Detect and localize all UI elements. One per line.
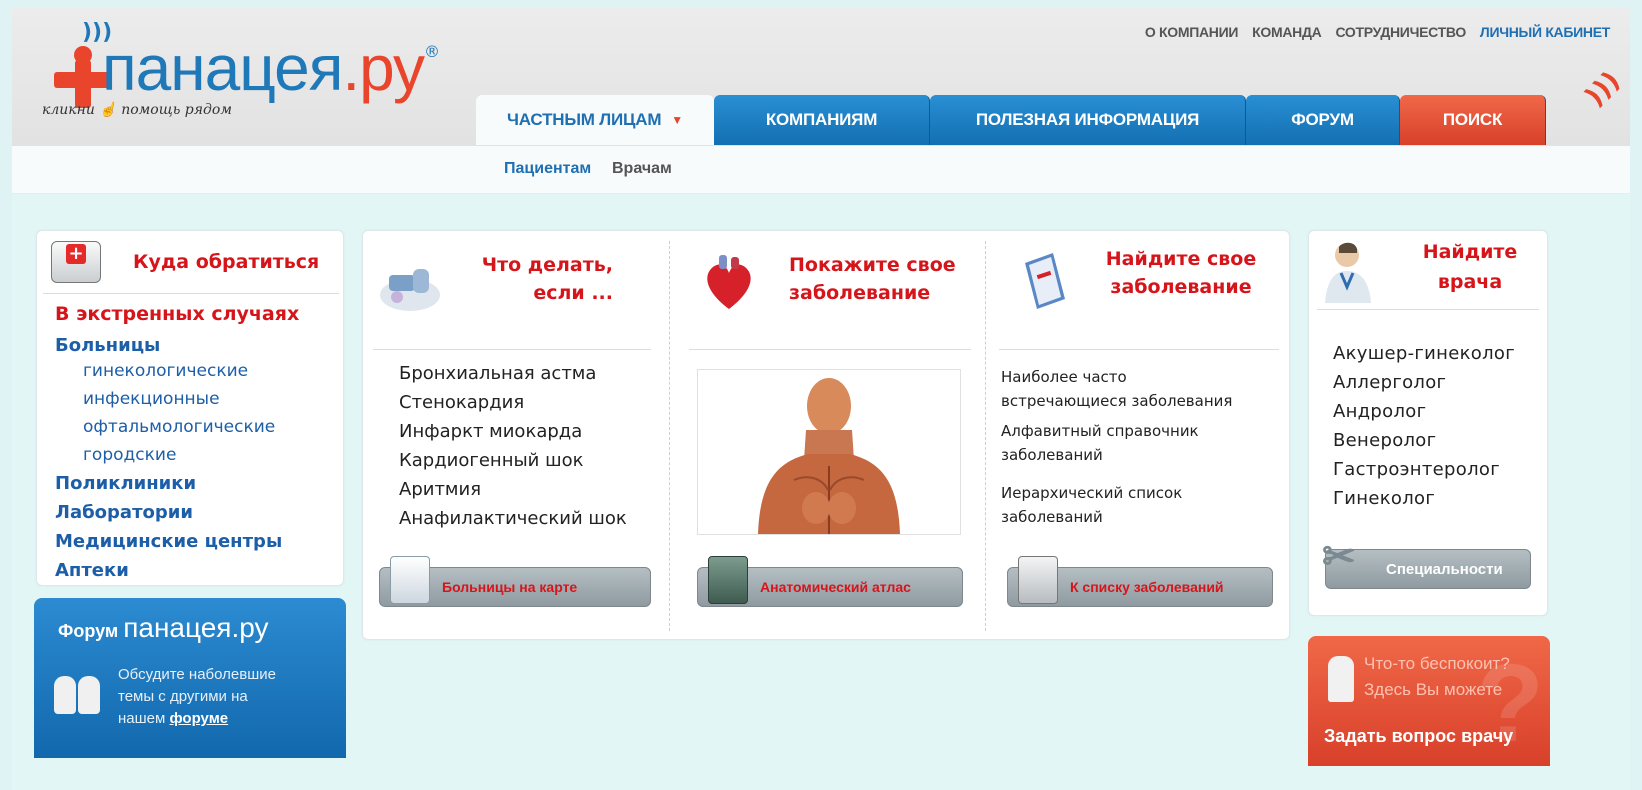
disease-lists: Наиболее часто встречающиеся заболевания … bbox=[1001, 365, 1232, 529]
specialty-link[interactable]: Гинеколог bbox=[1333, 484, 1515, 513]
find-doctor-title: Найдите врача bbox=[1422, 241, 1518, 293]
tab-companies[interactable]: КОМПАНИЯМ bbox=[714, 95, 930, 145]
what-to-do-title: Что делать, если ... bbox=[481, 254, 613, 304]
doctors-icon bbox=[54, 676, 104, 716]
emergency-link[interactable]: В экстренных случаях bbox=[55, 303, 299, 325]
specialty-link[interactable]: Андролог bbox=[1333, 397, 1515, 426]
logo-tagline: кликни ☝ помощь рядом bbox=[42, 102, 232, 118]
specialty-link[interactable]: Венеролог bbox=[1333, 426, 1515, 455]
hospitals-map-button[interactable]: Больницы на карте bbox=[379, 556, 651, 607]
hierarchical-list-link[interactable]: Иерархический список заболеваний bbox=[1001, 481, 1232, 529]
alphabetical-index-link[interactable]: Алфавитный справочник заболеваний bbox=[1001, 419, 1232, 467]
where-to-go-card: Куда обратиться В экстренных случаях Бол… bbox=[36, 230, 344, 586]
link-partnership[interactable]: СОТРУДНИЧЕСТВО bbox=[1335, 24, 1466, 40]
main-tabs: ЧАСТНЫМ ЛИЦАМ ▼ КОМПАНИЯМ ПОЛЕЗНАЯ ИНФОРМ… bbox=[476, 95, 1546, 145]
pharmacies-link[interactable]: Аптеки bbox=[55, 556, 282, 585]
site-logo[interactable]: ))) панацея.ру ® кликни ☝ помощь рядом bbox=[42, 20, 462, 132]
condition-link[interactable]: Инфаркт миокарда bbox=[399, 417, 627, 446]
specialty-link[interactable]: Акушер-гинеколог bbox=[1333, 339, 1515, 368]
first-aid-kit-icon bbox=[51, 241, 101, 283]
printer-icon bbox=[1018, 556, 1058, 604]
divider bbox=[373, 349, 651, 350]
sub-navigation: Пациентам Врачам bbox=[12, 146, 1630, 194]
logo-wordmark: панацея.ру bbox=[102, 32, 425, 104]
rss-icon[interactable]: ))) bbox=[1580, 66, 1626, 112]
divider bbox=[1317, 309, 1539, 310]
heart-icon bbox=[697, 251, 761, 315]
condition-link[interactable]: Кардиогенный шок bbox=[399, 446, 627, 475]
ask-line-2: Здесь Вы можете bbox=[1364, 680, 1503, 699]
link-about[interactable]: О КОМПАНИИ bbox=[1145, 24, 1239, 40]
condition-link[interactable]: Аритмия bbox=[399, 475, 627, 504]
tools-icon: ✂ bbox=[1322, 535, 1356, 579]
link-team[interactable]: КОМАНДА bbox=[1252, 24, 1322, 40]
divider bbox=[689, 349, 971, 350]
ask-question-button[interactable]: Задать вопрос врачу bbox=[1324, 726, 1513, 747]
anatomy-figure[interactable] bbox=[697, 369, 961, 535]
condition-link[interactable]: Стенокардия bbox=[399, 388, 627, 417]
top-links: О КОМПАНИИ КОМАНДА СОТРУДНИЧЕСТВО ЛИЧНЫЙ… bbox=[1145, 24, 1610, 40]
tab-private[interactable]: ЧАСТНЫМ ЛИЦАМ ▼ bbox=[476, 95, 714, 145]
show-disease-title: Покажите свое заболевание bbox=[789, 254, 956, 304]
forum-promo-text: Обсудите наболевшие темы с другими на на… bbox=[118, 666, 276, 727]
hospital-building-icon bbox=[390, 556, 430, 604]
forum-link[interactable]: форуме bbox=[170, 710, 229, 727]
specialty-link[interactable]: Гастроэнтеролог bbox=[1333, 455, 1515, 484]
condition-link[interactable]: Бронхиальная астма bbox=[399, 359, 627, 388]
anatomy-atlas-button[interactable]: Анатомический атлас bbox=[697, 556, 963, 607]
medical-book-icon bbox=[1015, 249, 1079, 313]
frequent-diseases-link[interactable]: Наиболее часто встречающиеся заболевания bbox=[1001, 365, 1232, 413]
link-account[interactable]: ЛИЧНЫЙ КАБИНЕТ bbox=[1480, 24, 1610, 40]
tab-search[interactable]: ПОИСК bbox=[1400, 95, 1546, 145]
hospitals-gynecology-link[interactable]: гинекологические bbox=[55, 357, 282, 385]
subnav-patients[interactable]: Пациентам bbox=[504, 160, 591, 178]
column-divider bbox=[985, 241, 986, 631]
hospitals-ophthalmology-link[interactable]: офтальмологические bbox=[55, 413, 282, 441]
condition-link[interactable]: Анафилактический шок bbox=[399, 504, 627, 533]
laboratories-link[interactable]: Лаборатории bbox=[55, 498, 282, 527]
divider bbox=[999, 349, 1279, 350]
ask-line-1: Что-то беспокоит? bbox=[1364, 654, 1510, 673]
where-to-go-title: Куда обратиться bbox=[133, 251, 320, 273]
hospitals-link[interactable]: Больницы bbox=[55, 335, 282, 357]
ask-doctor-promo[interactable]: ? Что-то беспокоит? Здесь Вы можете Зада… bbox=[1308, 636, 1550, 766]
subnav-doctors[interactable]: Врачам bbox=[612, 160, 672, 178]
specialties-list: Акушер-гинеколог Аллерголог Андролог Вен… bbox=[1333, 339, 1515, 513]
where-list: Больницы гинекологические инфекционные о… bbox=[55, 335, 282, 585]
inhaler-icon bbox=[375, 257, 440, 321]
divider bbox=[43, 293, 339, 294]
skull-xray-icon bbox=[708, 556, 748, 604]
doctor-icon bbox=[1328, 656, 1354, 702]
specialty-link[interactable]: Аллерголог bbox=[1333, 368, 1515, 397]
emergency-conditions-list: Бронхиальная астма Стенокардия Инфаркт м… bbox=[399, 359, 627, 533]
specialties-button[interactable]: ✂ Специальности bbox=[1322, 535, 1531, 589]
doctor-icon bbox=[1321, 239, 1375, 303]
clinics-link[interactable]: Поликлиники bbox=[55, 469, 282, 498]
logo-registered-mark: ® bbox=[424, 42, 440, 61]
hospitals-city-link[interactable]: городские bbox=[55, 441, 282, 469]
hospitals-infectious-link[interactable]: инфекционные bbox=[55, 385, 282, 413]
find-doctor-card: Найдите врача Акушер-гинеколог Аллерголо… bbox=[1308, 230, 1548, 616]
disease-list-button[interactable]: К списку заболеваний bbox=[1007, 556, 1273, 607]
tab-forum[interactable]: ФОРУМ bbox=[1246, 95, 1400, 145]
page: ))) панацея.ру ® кликни ☝ помощь рядом О… bbox=[12, 8, 1630, 790]
chevron-down-icon: ▼ bbox=[671, 113, 683, 127]
forum-promo-title: Форум панацея.ру bbox=[58, 612, 269, 643]
forum-promo[interactable]: Форум панацея.ру Обсудите наболевшие тем… bbox=[34, 598, 346, 758]
column-divider bbox=[669, 241, 670, 631]
tab-useful-info[interactable]: ПОЛЕЗНАЯ ИНФОРМАЦИЯ bbox=[930, 95, 1246, 145]
find-disease-title: Найдите свое заболевание bbox=[1105, 248, 1257, 298]
header: ))) панацея.ру ® кликни ☝ помощь рядом О… bbox=[12, 8, 1630, 194]
medical-centers-link[interactable]: Медицинские центры bbox=[55, 527, 282, 556]
help-panel: Что делать, если ... Бронхиальная астма … bbox=[362, 230, 1290, 640]
